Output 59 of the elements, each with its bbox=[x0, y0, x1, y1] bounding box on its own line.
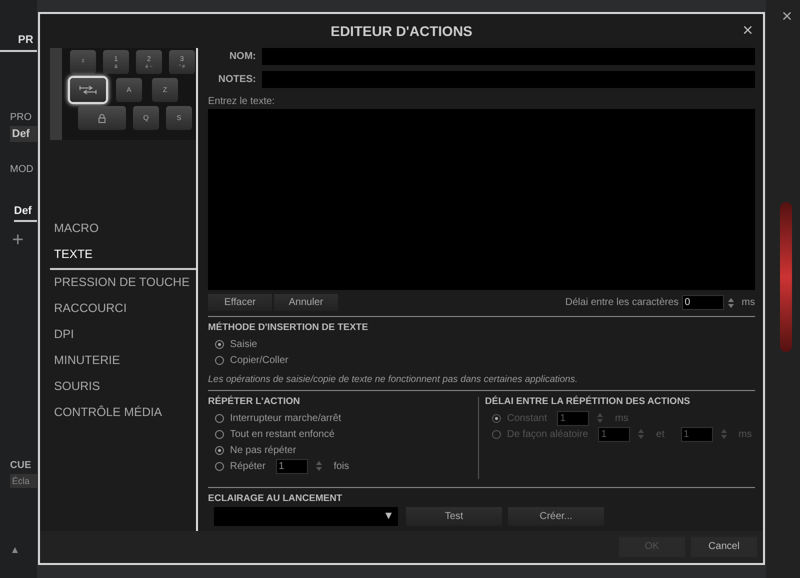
option-label: Interrupteur marche/arrêt bbox=[230, 412, 342, 424]
lighting-button[interactable]: Test bbox=[406, 507, 502, 526]
expand-button[interactable]: ▲ bbox=[0, 545, 37, 556]
section-heading: RÉPÉTER L'ACTION bbox=[208, 396, 301, 407]
spinner-icon[interactable] bbox=[728, 296, 734, 308]
option-label: Tout en restant enfoncé bbox=[230, 428, 335, 440]
lighting-dropdown[interactable]: ▼ bbox=[214, 507, 398, 526]
cue-label: CUE bbox=[9, 460, 32, 471]
name-label: NOM: bbox=[228, 51, 256, 62]
option-label: Saisie bbox=[230, 338, 258, 350]
section-heading: ECLAIRAGE AU LANCEMENT bbox=[208, 493, 344, 504]
menu-item[interactable]: RACCOURCI bbox=[50, 296, 196, 322]
unit-label: ms bbox=[742, 297, 755, 308]
char-delay-label: Délai entre les caractères bbox=[565, 297, 679, 308]
radio-button[interactable] bbox=[215, 340, 224, 348]
text-action-button[interactable]: Effacer bbox=[208, 294, 272, 311]
footer-button[interactable]: Cancel bbox=[691, 537, 757, 557]
menu-item[interactable]: DPI bbox=[50, 322, 196, 348]
add-button[interactable]: + bbox=[12, 230, 28, 250]
menu-item[interactable]: MINUTERIE bbox=[50, 348, 196, 374]
unit-label: fois bbox=[334, 460, 350, 472]
dialog-title: EDITEUR D'ACTIONS bbox=[330, 23, 472, 39]
option-label: Constant bbox=[507, 412, 548, 424]
option-label: De façon aléatoire bbox=[507, 428, 588, 440]
radio-button[interactable] bbox=[215, 356, 224, 364]
notes-input-field[interactable] bbox=[262, 71, 755, 88]
menu-item[interactable]: TEXTE bbox=[50, 242, 196, 270]
char-delay-field[interactable]: 0 bbox=[682, 295, 724, 310]
option-label: Copier/Coller bbox=[230, 354, 288, 366]
lighting-field[interactable]: Écla bbox=[10, 474, 37, 488]
menu-item[interactable]: SOURIS bbox=[50, 374, 196, 400]
text-action-button[interactable]: Annuler bbox=[274, 294, 338, 311]
radio-button[interactable] bbox=[215, 430, 224, 438]
joiner-label: et bbox=[656, 428, 665, 440]
spinner-icon[interactable] bbox=[316, 460, 322, 472]
lighting-button[interactable]: Créer... bbox=[508, 507, 604, 526]
section-heading: MÉTHODE D'INSERTION DE TEXTE bbox=[208, 322, 370, 333]
notes-label: NOTES: bbox=[217, 74, 256, 85]
unit-label: ms bbox=[738, 428, 752, 440]
text-input-area[interactable] bbox=[208, 109, 755, 290]
close-button[interactable]: × bbox=[742, 20, 753, 41]
menu-item[interactable]: PRESSION DE TOUCHE bbox=[50, 270, 196, 296]
profile-label: PRO bbox=[9, 112, 33, 123]
repeat-count-field[interactable]: 1 bbox=[276, 458, 308, 474]
option-label: Répéter bbox=[230, 460, 266, 472]
profile-field[interactable]: Def bbox=[10, 126, 37, 142]
section-heading: DÉLAI ENTRE LA RÉPÉTITION DES ACTIONS bbox=[485, 396, 692, 407]
menu-item[interactable]: CONTRÔLE MÉDIA bbox=[50, 400, 196, 426]
text-label: Entrez le texte: bbox=[208, 96, 276, 107]
close-button[interactable]: × bbox=[782, 6, 792, 27]
radio-button[interactable] bbox=[215, 462, 224, 470]
menu-item[interactable]: MACRO bbox=[50, 216, 196, 242]
radio-button[interactable] bbox=[215, 446, 224, 454]
radio-button[interactable] bbox=[215, 414, 224, 422]
unit-label: ms bbox=[615, 412, 628, 424]
info-note: Les opérations de saisie/copie de texte ne fonctionnent pas dans certaines applications. bbox=[208, 374, 579, 385]
mode-label: MOD bbox=[9, 164, 34, 175]
name-input-field[interactable] bbox=[262, 48, 755, 65]
option-label: Ne pas répéter bbox=[230, 444, 296, 456]
